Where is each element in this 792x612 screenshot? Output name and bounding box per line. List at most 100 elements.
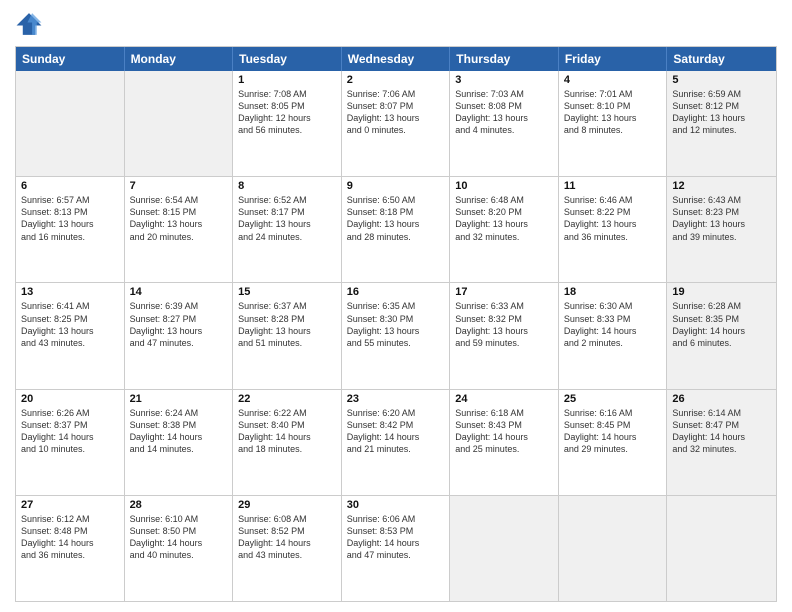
weekday-header-tuesday: Tuesday <box>233 47 342 71</box>
day-number: 10 <box>455 180 553 192</box>
calendar-row-2: 13 Sunrise: 6:41 AM Sunset: 8:25 PM Dayli… <box>16 283 776 389</box>
empty-cell-0-0 <box>16 71 125 176</box>
day-cell-9: 9Sunrise: 6:50 AM Sunset: 8:18 PM Daylig… <box>342 177 451 282</box>
weekday-header-monday: Monday <box>125 47 234 71</box>
weekday-header-friday: Friday <box>559 47 668 71</box>
day-cell-22: 22 Sunrise: 6:22 AM Sunset: 8:40 PM Dayli… <box>233 390 342 495</box>
day-info: Sunrise: 7:01 AM Sunset: 8:10 PM Dayligh… <box>564 88 662 137</box>
day-info: Sunrise: 6:10 AM Sunset: 8:50 PM Dayligh… <box>130 513 228 562</box>
day-number: 14 <box>130 286 228 298</box>
day-number: 17 <box>455 286 553 298</box>
empty-cell-4-4 <box>450 496 559 601</box>
day-cell-24: 24 Sunrise: 6:18 AM Sunset: 8:43 PM Dayli… <box>450 390 559 495</box>
empty-cell-4-6 <box>667 496 776 601</box>
day-number: 5 <box>672 74 771 86</box>
day-number: 30 <box>347 499 445 511</box>
day-cell-4: 4Sunrise: 7:01 AM Sunset: 8:10 PM Daylig… <box>559 71 668 176</box>
day-cell-29: 29 Sunrise: 6:08 AM Sunset: 8:52 PM Dayli… <box>233 496 342 601</box>
weekday-header-sunday: Sunday <box>16 47 125 71</box>
weekday-header-wednesday: Wednesday <box>342 47 451 71</box>
empty-cell-0-1 <box>125 71 234 176</box>
day-info: Sunrise: 6:50 AM Sunset: 8:18 PM Dayligh… <box>347 194 445 243</box>
day-info: Sunrise: 6:39 AM Sunset: 8:27 PM Dayligh… <box>130 300 228 349</box>
day-number: 21 <box>130 393 228 405</box>
day-number: 12 <box>672 180 771 192</box>
day-cell-18: 18 Sunrise: 6:30 AM Sunset: 8:33 PM Dayli… <box>559 283 668 388</box>
day-number: 24 <box>455 393 553 405</box>
day-number: 28 <box>130 499 228 511</box>
day-cell-12: 12 Sunrise: 6:43 AM Sunset: 8:23 PM Dayli… <box>667 177 776 282</box>
calendar-row-1: 6 Sunrise: 6:57 AM Sunset: 8:13 PM Daylig… <box>16 177 776 283</box>
day-info: Sunrise: 6:33 AM Sunset: 8:32 PM Dayligh… <box>455 300 553 349</box>
day-cell-7: 7Sunrise: 6:54 AM Sunset: 8:15 PM Daylig… <box>125 177 234 282</box>
day-cell-14: 14 Sunrise: 6:39 AM Sunset: 8:27 PM Dayli… <box>125 283 234 388</box>
day-number: 26 <box>672 393 771 405</box>
day-cell-13: 13 Sunrise: 6:41 AM Sunset: 8:25 PM Dayli… <box>16 283 125 388</box>
day-number: 22 <box>238 393 336 405</box>
day-number: 25 <box>564 393 662 405</box>
day-info: Sunrise: 6:18 AM Sunset: 8:43 PM Dayligh… <box>455 407 553 456</box>
calendar-body: 1Sunrise: 7:08 AM Sunset: 8:05 PM Daylig… <box>16 71 776 601</box>
day-number: 11 <box>564 180 662 192</box>
day-cell-20: 20 Sunrise: 6:26 AM Sunset: 8:37 PM Dayli… <box>16 390 125 495</box>
day-number: 20 <box>21 393 119 405</box>
day-number: 15 <box>238 286 336 298</box>
day-info: Sunrise: 6:22 AM Sunset: 8:40 PM Dayligh… <box>238 407 336 456</box>
calendar-row-4: 27 Sunrise: 6:12 AM Sunset: 8:48 PM Dayli… <box>16 496 776 601</box>
day-info: Sunrise: 7:03 AM Sunset: 8:08 PM Dayligh… <box>455 88 553 137</box>
day-info: Sunrise: 6:30 AM Sunset: 8:33 PM Dayligh… <box>564 300 662 349</box>
day-number: 19 <box>672 286 771 298</box>
page: SundayMondayTuesdayWednesdayThursdayFrid… <box>0 0 792 612</box>
day-cell-15: 15 Sunrise: 6:37 AM Sunset: 8:28 PM Dayli… <box>233 283 342 388</box>
day-cell-5: 5Sunrise: 6:59 AM Sunset: 8:12 PM Daylig… <box>667 71 776 176</box>
day-number: 6 <box>21 180 119 192</box>
day-info: Sunrise: 6:37 AM Sunset: 8:28 PM Dayligh… <box>238 300 336 349</box>
day-number: 16 <box>347 286 445 298</box>
day-info: Sunrise: 6:48 AM Sunset: 8:20 PM Dayligh… <box>455 194 553 243</box>
day-info: Sunrise: 6:12 AM Sunset: 8:48 PM Dayligh… <box>21 513 119 562</box>
weekday-header-saturday: Saturday <box>667 47 776 71</box>
empty-cell-4-5 <box>559 496 668 601</box>
weekday-header-thursday: Thursday <box>450 47 559 71</box>
day-number: 2 <box>347 74 445 86</box>
day-cell-19: 19 Sunrise: 6:28 AM Sunset: 8:35 PM Dayli… <box>667 283 776 388</box>
day-cell-11: 11 Sunrise: 6:46 AM Sunset: 8:22 PM Dayli… <box>559 177 668 282</box>
day-number: 18 <box>564 286 662 298</box>
day-number: 27 <box>21 499 119 511</box>
day-cell-30: 30 Sunrise: 6:06 AM Sunset: 8:53 PM Dayli… <box>342 496 451 601</box>
day-info: Sunrise: 6:41 AM Sunset: 8:25 PM Dayligh… <box>21 300 119 349</box>
day-number: 29 <box>238 499 336 511</box>
day-info: Sunrise: 6:24 AM Sunset: 8:38 PM Dayligh… <box>130 407 228 456</box>
day-info: Sunrise: 6:57 AM Sunset: 8:13 PM Dayligh… <box>21 194 119 243</box>
day-number: 13 <box>21 286 119 298</box>
header <box>15 10 777 38</box>
day-info: Sunrise: 6:06 AM Sunset: 8:53 PM Dayligh… <box>347 513 445 562</box>
calendar-row-3: 20 Sunrise: 6:26 AM Sunset: 8:37 PM Dayli… <box>16 390 776 496</box>
day-cell-28: 28 Sunrise: 6:10 AM Sunset: 8:50 PM Dayli… <box>125 496 234 601</box>
logo-icon <box>15 10 43 38</box>
day-info: Sunrise: 6:20 AM Sunset: 8:42 PM Dayligh… <box>347 407 445 456</box>
day-info: Sunrise: 6:28 AM Sunset: 8:35 PM Dayligh… <box>672 300 771 349</box>
day-info: Sunrise: 6:43 AM Sunset: 8:23 PM Dayligh… <box>672 194 771 243</box>
day-info: Sunrise: 6:46 AM Sunset: 8:22 PM Dayligh… <box>564 194 662 243</box>
calendar: SundayMondayTuesdayWednesdayThursdayFrid… <box>15 46 777 602</box>
day-info: Sunrise: 6:16 AM Sunset: 8:45 PM Dayligh… <box>564 407 662 456</box>
day-cell-3: 3 Sunrise: 7:03 AM Sunset: 8:08 PM Daylig… <box>450 71 559 176</box>
day-cell-17: 17 Sunrise: 6:33 AM Sunset: 8:32 PM Dayli… <box>450 283 559 388</box>
calendar-header: SundayMondayTuesdayWednesdayThursdayFrid… <box>16 47 776 71</box>
day-cell-27: 27 Sunrise: 6:12 AM Sunset: 8:48 PM Dayli… <box>16 496 125 601</box>
day-info: Sunrise: 6:08 AM Sunset: 8:52 PM Dayligh… <box>238 513 336 562</box>
calendar-row-0: 1Sunrise: 7:08 AM Sunset: 8:05 PM Daylig… <box>16 71 776 177</box>
day-info: Sunrise: 6:26 AM Sunset: 8:37 PM Dayligh… <box>21 407 119 456</box>
day-info: Sunrise: 6:54 AM Sunset: 8:15 PM Dayligh… <box>130 194 228 243</box>
day-info: Sunrise: 7:06 AM Sunset: 8:07 PM Dayligh… <box>347 88 445 137</box>
day-cell-25: 25 Sunrise: 6:16 AM Sunset: 8:45 PM Dayli… <box>559 390 668 495</box>
day-cell-6: 6 Sunrise: 6:57 AM Sunset: 8:13 PM Daylig… <box>16 177 125 282</box>
day-cell-2: 2 Sunrise: 7:06 AM Sunset: 8:07 PM Daylig… <box>342 71 451 176</box>
day-cell-23: 23Sunrise: 6:20 AM Sunset: 8:42 PM Dayli… <box>342 390 451 495</box>
day-number: 3 <box>455 74 553 86</box>
day-cell-10: 10 Sunrise: 6:48 AM Sunset: 8:20 PM Dayli… <box>450 177 559 282</box>
day-info: Sunrise: 6:52 AM Sunset: 8:17 PM Dayligh… <box>238 194 336 243</box>
day-info: Sunrise: 6:35 AM Sunset: 8:30 PM Dayligh… <box>347 300 445 349</box>
day-number: 1 <box>238 74 336 86</box>
